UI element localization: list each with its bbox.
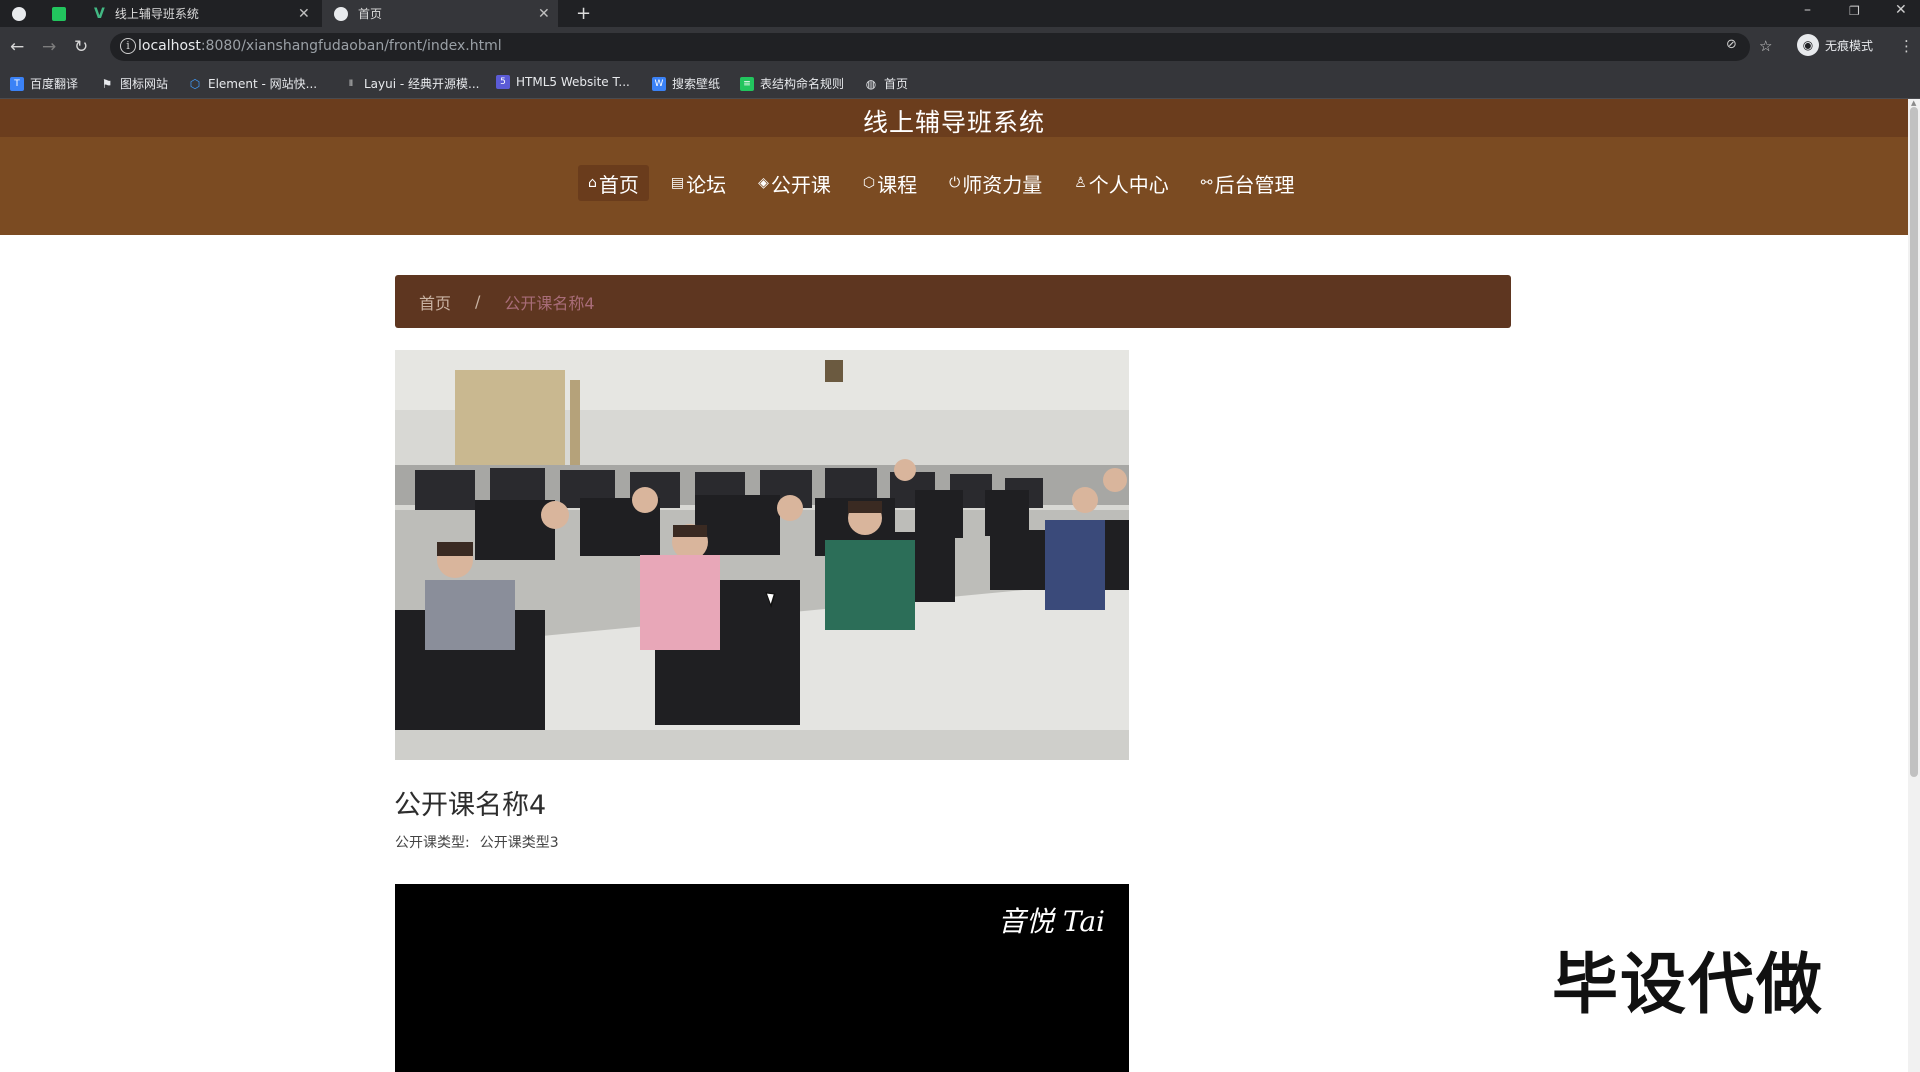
page-viewport: 线上辅导班系统 ⌂ 首页 ▤ 论坛 ◈ 公开课 ⬡ 课程 ⏻ 师资力量 ♙ 个人中心 ⚯ 后台管理 首页 … [0,99,1908,1072]
more-menu-icon[interactable]: ⋮ [1899,37,1914,55]
incognito-label: 无痕模式 [1825,38,1874,53]
eye-off-icon[interactable]: ⊘ [1726,37,1737,52]
layers-icon: ◈ [758,175,769,191]
tab-close-icon[interactable]: ✕ [298,6,310,22]
tab-home[interactable]: 首页 ✕ [322,0,558,27]
tab-pinned-globe[interactable] [12,0,26,27]
nav-item-6[interactable]: ⚯ 后台管理 [1191,165,1305,201]
course-type-label: 公开课类型: [395,835,470,851]
home-icon: ⌂ [588,175,597,191]
tab-title: 首页 [358,7,383,21]
tab-vue-app[interactable]: V 线上辅导班系统 ✕ [90,0,318,27]
nav-item-label: 个人中心 [1088,172,1169,197]
breadcrumb-home-link[interactable]: 首页 [419,290,451,314]
site-title: 线上辅导班系统 [862,108,1045,137]
site-info-icon[interactable]: i [120,38,136,54]
scroll-up-arrow-icon[interactable]: ▲ [1911,99,1916,107]
new-tab-button[interactable]: + [576,0,591,27]
close-window-icon[interactable]: ✕ [1895,2,1907,18]
layui-icon: Ⅱ [348,78,354,89]
forum-icon: ▤ [670,175,685,191]
bookmark-item[interactable]: ⚑ 图标网站 [100,75,168,92]
course-type-row: 公开课类型: 公开课类型3 [395,832,559,852]
translate-icon: T [10,76,24,91]
back-arrow-icon[interactable]: ← [10,37,24,57]
minimize-icon[interactable]: – [1804,2,1811,18]
nav-item-2[interactable]: ◈ 公开课 [748,165,841,201]
forward-arrow-icon[interactable]: → [42,37,56,57]
browser-tab-strip: V 线上辅导班系统 ✕ 首页 ✕ + – ❐ ✕ [0,0,1920,27]
overlay-watermark: 毕设代做 [1552,946,1824,1023]
breadcrumb-separator: / [475,292,481,311]
nav-list: ⌂ 首页 ▤ 论坛 ◈ 公开课 ⬡ 课程 ⏻ 师资力量 ♙ 个人中心 ⚯ 后台管理 [578,165,1317,201]
scrollbar-thumb[interactable] [1910,107,1918,777]
address-bar[interactable]: i localhost:8080/xianshangfudaoban/front… [110,33,1750,61]
reload-icon[interactable]: ↻ [74,37,88,57]
nav-item-1[interactable]: ▤ 论坛 [661,165,736,201]
nav-item-label: 论坛 [686,172,727,197]
page-scrollbar[interactable]: ▲ [1908,99,1920,1072]
nav-item-5[interactable]: ♙ 个人中心 [1064,165,1179,201]
user-icon: ♙ [1074,175,1087,191]
html5-icon: 5 [496,75,510,89]
bookmark-item[interactable]: ◍ 首页 [864,75,908,92]
incognito-icon: ◉ [1797,34,1819,56]
nav-item-label: 后台管理 [1214,172,1295,197]
nav-item-label: 公开课 [770,172,831,197]
video-watermark: 音悦 Tai [997,905,1105,938]
nav-item-label: 课程 [877,172,918,197]
globe-icon [334,6,348,21]
bookmark-item[interactable]: ⬡ Element - 网站快... [188,75,317,92]
classroom-photo [395,350,1129,760]
main-nav: ⌂ 首页 ▤ 论坛 ◈ 公开课 ⬡ 课程 ⏻ 师资力量 ♙ 个人中心 ⚯ 后台管理 [0,137,1908,235]
globe-icon [12,6,26,21]
bookmark-item[interactable]: W 搜索壁纸 [652,75,720,92]
tab-title: 线上辅导班系统 [114,7,199,21]
sheet-icon [52,6,66,21]
nav-item-label: 师资力量 [962,172,1043,197]
bookmark-star-icon[interactable]: ☆ [1759,37,1772,55]
tab-close-icon[interactable]: ✕ [538,6,550,22]
course-cover-image [395,350,1129,760]
vue-logo-icon: V [94,5,105,22]
globe-icon: ◍ [865,76,877,91]
url-text[interactable]: localhost:8080/xianshangfudaoban/front/i… [138,38,502,54]
restore-icon[interactable]: ❐ [1849,4,1860,18]
course-video-player[interactable]: 音悦 Tai [395,884,1129,1072]
tab-pinned-sheet[interactable] [52,0,66,27]
wallpaper-icon: W [652,76,666,91]
bookmark-item[interactable]: T 百度翻译 [10,75,78,92]
browser-toolbar: ← → ↻ i localhost:8080/xianshangfudaoban… [0,27,1920,67]
flag-icon: ⚑ [101,76,113,91]
breadcrumb-current: 公开课名称4 [504,293,595,313]
breadcrumb: 首页 / 公开课名称4 [395,275,1511,328]
sheet-icon: ≡ [740,76,754,91]
nav-item-3[interactable]: ⬡ 课程 [853,165,927,201]
course-title: 公开课名称4 [394,790,547,821]
bookmarks-bar: T 百度翻译 ⚑ 图标网站 ⬡ Element - 网站快... Ⅱ Layui - 经… [0,67,1920,99]
nav-item-4[interactable]: ⏻ 师资力量 [939,165,1052,201]
course-type-value: 公开课类型3 [479,835,559,851]
element-icon: ⬡ [189,76,201,91]
power-icon: ⏻ [949,175,961,191]
bookmark-item[interactable]: ≡ 表结构命名规则 [740,75,844,92]
box-icon: ⬡ [862,175,876,191]
bookmark-item[interactable]: Ⅱ Layui - 经典开源模... [344,75,480,92]
link-icon: ⚯ [1200,175,1213,191]
bookmark-item[interactable]: 5 HTML5 Website T... [496,75,630,89]
nav-item-0[interactable]: ⌂ 首页 [578,165,649,201]
site-header: 线上辅导班系统 [0,99,1908,137]
incognito-profile[interactable]: ◉ 无痕模式 [1797,34,1873,56]
nav-item-label: 首页 [598,172,639,197]
